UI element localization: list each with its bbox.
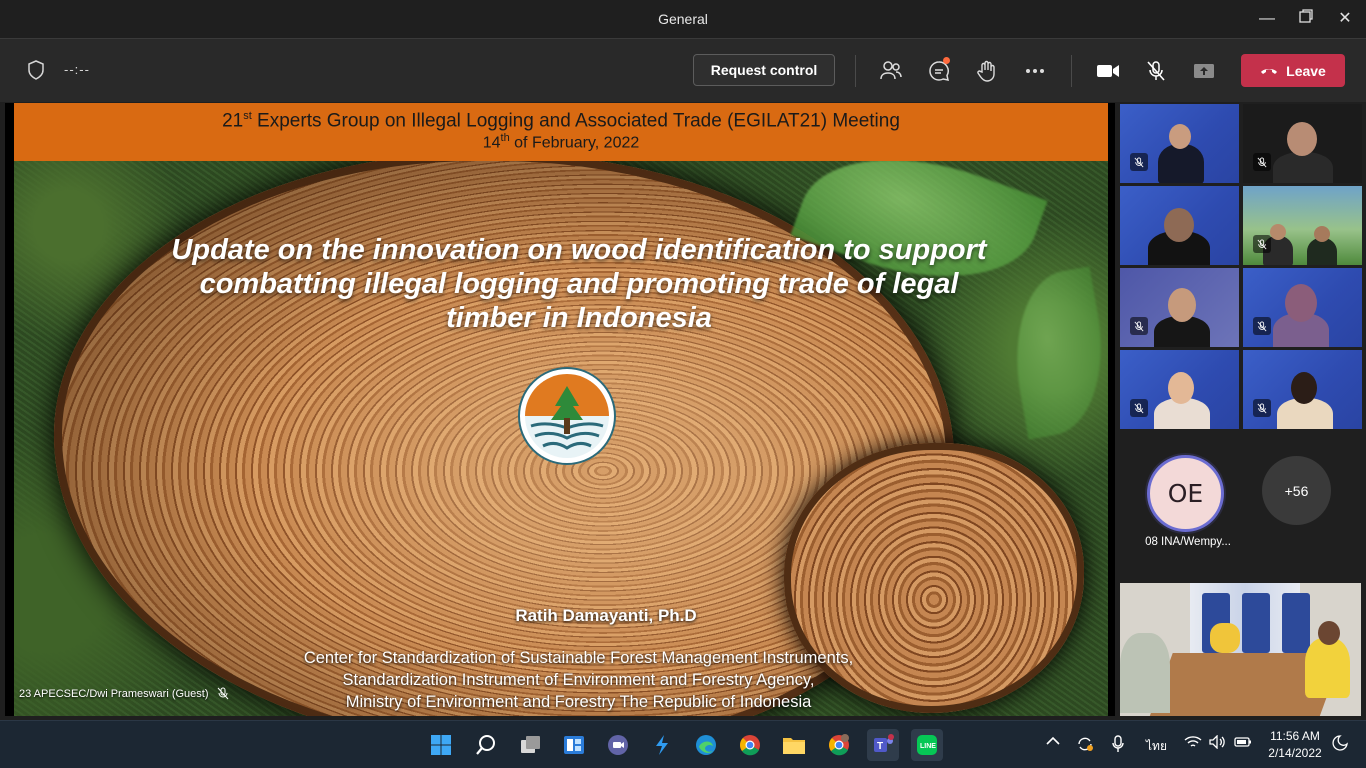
participant-video-tile[interactable] <box>1243 186 1362 265</box>
more-participants-button[interactable]: +56 <box>1262 456 1331 525</box>
camera-icon[interactable] <box>1094 57 1122 85</box>
ministry-logo <box>518 367 616 465</box>
mic-muted-icon <box>1253 235 1271 253</box>
participant-video-tile[interactable] <box>1243 350 1362 429</box>
battery-icon[interactable] <box>1234 735 1252 752</box>
participant-video-tile[interactable] <box>1243 268 1362 347</box>
line-app-icon[interactable]: LINE <box>911 729 943 761</box>
task-view-icon[interactable] <box>517 731 545 759</box>
clock-time: 11:56 AM <box>1270 729 1320 743</box>
participant-video-tile[interactable] <box>1120 186 1239 265</box>
widgets-icon[interactable] <box>560 731 588 759</box>
toolbar-divider <box>1071 55 1072 87</box>
leave-label: Leave <box>1286 62 1326 79</box>
people-icon[interactable] <box>877 57 905 85</box>
close-icon[interactable]: ✕ <box>1334 8 1356 30</box>
chrome-icon[interactable] <box>736 731 764 759</box>
svg-text:T: T <box>877 741 883 752</box>
author-name: Ratih Damayanti, Ph.D <box>515 606 697 625</box>
share-screen-icon[interactable] <box>1190 57 1218 85</box>
title-bar: General — ✕ <box>0 0 1366 38</box>
teams-chat-icon[interactable] <box>604 731 632 759</box>
edge-browser-icon[interactable] <box>692 731 720 759</box>
presenter-label: 23 APECSEC/Dwi Prameswari (Guest) <box>19 687 229 700</box>
chat-icon[interactable] <box>925 57 953 85</box>
language-indicator[interactable]: ไทย <box>1146 737 1167 756</box>
app-icon-blue-bolt[interactable] <box>648 731 676 759</box>
show-hidden-icons-chevron[interactable] <box>1046 735 1060 749</box>
system-clock[interactable]: 11:56 AM 2/14/2022 <box>1262 728 1328 762</box>
chrome-profile-icon[interactable] <box>825 731 853 759</box>
clock-date: 2/14/2022 <box>1268 746 1322 760</box>
participant-video-tile[interactable] <box>1120 104 1239 183</box>
windows-taskbar: T LINE ไทย 11:56 AM 2/14/2022 <box>0 720 1366 768</box>
window-title: General <box>658 11 708 27</box>
toolbar-divider <box>855 55 856 87</box>
mic-muted-icon <box>1253 317 1271 335</box>
slide-title: Update on the innovation on wood identif… <box>171 234 987 334</box>
banner-date: 14th of February, 2022 <box>482 132 640 152</box>
mic-muted-icon <box>1253 153 1271 171</box>
chat-notification-dot <box>943 57 950 64</box>
microphone-tray-icon[interactable] <box>1112 735 1124 756</box>
more-options-icon[interactable] <box>1021 57 1049 85</box>
phone-hangup-icon <box>1261 68 1278 74</box>
mic-muted-icon <box>1253 399 1271 417</box>
meeting-timer: --:-- <box>64 62 90 77</box>
shared-screen: 21st Experts Group on Illegal Logging an… <box>5 103 1115 716</box>
wifi-icon[interactable] <box>1184 735 1202 752</box>
participant-name: 08 INA/Wempy... <box>1145 536 1231 548</box>
request-control-button[interactable]: Request control <box>693 54 835 86</box>
volume-icon[interactable] <box>1209 734 1227 752</box>
slide-banner: 21st Experts Group on Illegal Logging an… <box>14 103 1108 161</box>
minimize-icon[interactable]: — <box>1256 8 1278 30</box>
banner-title: 21st Experts Group on Illegal Logging an… <box>222 110 900 132</box>
raise-hand-icon[interactable] <box>973 57 1001 85</box>
svg-text:LINE: LINE <box>920 743 936 750</box>
presenter-name: 23 APECSEC/Dwi Prameswari (Guest) <box>19 687 209 700</box>
teams-meeting-window: General — ✕ --:-- Request control Leave … <box>0 0 1366 768</box>
participant-video-tile[interactable] <box>1120 268 1239 347</box>
leave-button[interactable]: Leave <box>1241 54 1345 87</box>
participant-video-tile[interactable] <box>1243 104 1362 183</box>
windows-start-icon[interactable] <box>427 731 455 759</box>
mic-muted-icon <box>1130 399 1148 417</box>
author-affiliation: Center for Standardization of Sustainabl… <box>303 649 854 711</box>
mic-muted-icon <box>1130 153 1148 171</box>
teams-icon[interactable]: T <box>867 729 899 761</box>
sync-icon[interactable] <box>1076 735 1094 756</box>
notifications-icon[interactable] <box>1332 735 1348 754</box>
meeting-toolbar: --:-- Request control Leave <box>0 38 1366 102</box>
maximize-icon[interactable] <box>1295 8 1317 30</box>
participant-avatar[interactable]: OE <box>1147 455 1224 532</box>
file-explorer-icon[interactable] <box>780 731 808 759</box>
shield-icon[interactable] <box>27 60 47 82</box>
mic-muted-icon <box>217 687 228 700</box>
search-icon[interactable] <box>472 731 500 759</box>
participant-video-tile[interactable] <box>1120 350 1239 429</box>
presentation-slide: 21st Experts Group on Illegal Logging an… <box>14 103 1108 716</box>
self-video-view <box>1120 583 1361 716</box>
mic-muted-icon[interactable] <box>1142 57 1170 85</box>
mic-muted-icon <box>1130 317 1148 335</box>
